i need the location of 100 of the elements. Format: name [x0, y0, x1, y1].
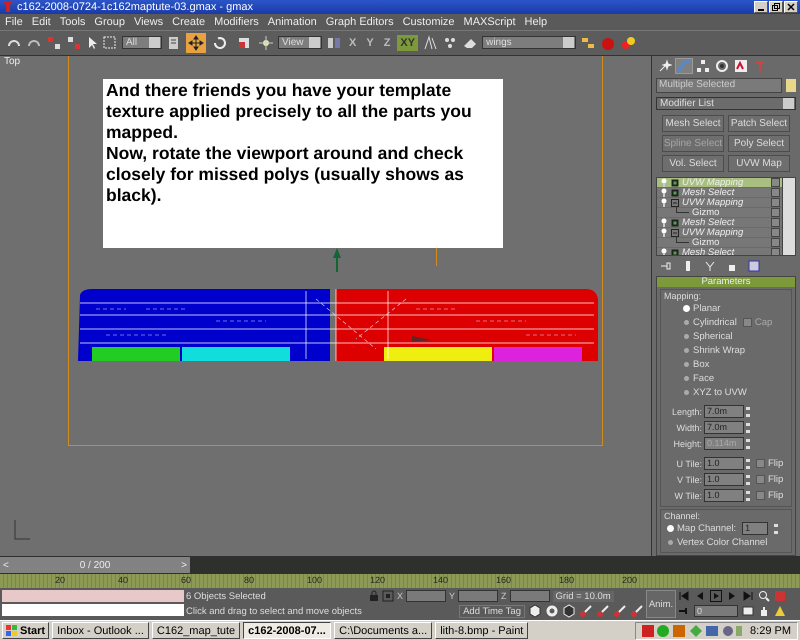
menu-item[interactable]: Modifiers — [214, 16, 259, 28]
viewport-label[interactable]: Top — [4, 56, 20, 68]
menu-item[interactable]: Create — [172, 16, 206, 28]
spinner-arrows[interactable] — [774, 524, 778, 534]
taskbar-button[interactable]: Inbox - Outlook ... — [52, 622, 149, 640]
menu-item[interactable]: MAXScript — [464, 16, 516, 28]
modifier-button[interactable]: Patch Select — [728, 115, 790, 132]
modifier-button[interactable]: UVW Map — [728, 155, 790, 172]
menu-item[interactable]: Help — [524, 16, 548, 28]
spinner-arrows[interactable] — [746, 458, 750, 469]
go-to-start-icon[interactable] — [678, 590, 690, 602]
named-selection-dropdown[interactable]: wings — [482, 36, 576, 50]
menu-item[interactable]: Animation — [268, 16, 317, 28]
menu-item[interactable]: Customize — [402, 16, 455, 28]
rollout-header[interactable]: Parameters — [657, 277, 795, 288]
textured-model-drawing[interactable] — [76, 289, 598, 362]
display-tab-icon[interactable] — [732, 58, 750, 74]
spinner-field[interactable]: 7.0m — [704, 405, 744, 418]
collapse-icon[interactable] — [671, 228, 679, 237]
modifier-stack-item[interactable]: Mesh Select — [657, 218, 782, 228]
spinner-field[interactable]: 1.0 — [704, 457, 744, 470]
radio-button[interactable]: XYZ to UVW — [684, 387, 747, 398]
move-icon[interactable] — [186, 32, 206, 53]
region-select-icon[interactable] — [102, 34, 118, 51]
object-name-field[interactable]: Multiple Selected — [656, 78, 782, 94]
menu-item[interactable]: Graph Editors — [326, 16, 394, 28]
object-color-swatch[interactable] — [786, 79, 796, 92]
axis-constraint-button[interactable]: Y — [363, 34, 377, 51]
light-bulb-icon[interactable] — [660, 218, 668, 228]
taskbar-button[interactable]: C162_map_tute — [152, 622, 240, 640]
radio-button[interactable]: Vertex Color Channel — [668, 537, 768, 548]
radio-button[interactable]: Cylindrical — [684, 317, 737, 328]
menu-item[interactable]: Views — [134, 16, 164, 28]
taskbar-button[interactable]: lith-8.bmp - Paint — [435, 622, 528, 640]
radio-button[interactable]: Box — [684, 359, 710, 370]
spinner-arrows[interactable] — [746, 406, 750, 417]
hierarchy-tab-icon[interactable] — [694, 58, 712, 74]
pin-icon[interactable] — [660, 260, 672, 272]
pivot-icon[interactable] — [258, 34, 274, 51]
next-arrow[interactable]: > — [181, 560, 187, 571]
checkbox[interactable]: Flip — [756, 474, 784, 486]
spinner-field[interactable]: 1 — [742, 522, 768, 536]
light-bulb-icon[interactable] — [660, 188, 668, 198]
previous-arrow[interactable]: < — [3, 560, 9, 571]
axis-constraint-button[interactable]: X — [346, 34, 360, 51]
key-icon[interactable] — [613, 604, 627, 618]
restore-button[interactable] — [769, 0, 783, 13]
spinner-field[interactable]: 1.0 — [704, 473, 744, 486]
reference-coordinate-dropdown[interactable]: View — [278, 36, 322, 50]
menu-item[interactable]: Edit — [32, 16, 51, 28]
modifier-stack-item[interactable]: UVW Mapping — [657, 228, 782, 238]
start-button[interactable]: Start — [2, 622, 50, 640]
spinner-arrows[interactable] — [746, 422, 750, 433]
light-bulb-icon[interactable] — [660, 228, 668, 238]
radio-button[interactable]: Planar — [684, 303, 720, 314]
light-bulb-icon[interactable] — [660, 178, 668, 188]
cube-icon[interactable] — [528, 604, 542, 618]
add-time-tag-button[interactable]: Add Time Tag — [459, 604, 525, 618]
pointer-icon[interactable] — [86, 34, 98, 51]
stack-scrollbar[interactable] — [782, 178, 795, 256]
spinner-arrows[interactable] — [746, 438, 750, 449]
menu-item[interactable]: Group — [94, 16, 125, 28]
spinner-arrows[interactable] — [746, 490, 750, 501]
y-coordinate-field[interactable] — [458, 590, 498, 602]
modifier-stack-subitem[interactable]: Gizmo — [657, 238, 782, 248]
modifier-stack-item[interactable]: UVW Mapping — [657, 198, 782, 208]
viewport[interactable]: Top And there friends you have your template texture applied precisely to all the parts you mapped. Now, rotate the viewport around and check closely for missed polys (usually shows as black). — [0, 56, 651, 556]
modifier-stack-item[interactable]: Mesh Select — [657, 248, 782, 256]
animate-button[interactable]: Anim. — [646, 590, 676, 618]
spinner-field[interactable]: 1.0 — [704, 489, 744, 502]
key-icon[interactable] — [630, 604, 644, 618]
close-button[interactable] — [784, 0, 798, 13]
radio-button[interactable]: Shrink Wrap — [684, 345, 746, 356]
track-bar[interactable]: 20 40 60 80 100 120 140 160 180 200 — [0, 574, 800, 588]
close-icon[interactable] — [787, 2, 795, 11]
modifier-stack-item[interactable]: Mesh Select — [657, 188, 782, 198]
axis-constraint-button[interactable]: Z — [380, 34, 394, 51]
checkbox[interactable]: Flip — [756, 490, 784, 502]
motion-tab-icon[interactable] — [713, 58, 731, 74]
x-coordinate-field[interactable] — [406, 590, 446, 602]
spinner-arrows[interactable] — [746, 474, 750, 485]
current-frame-field[interactable]: 0 — [694, 605, 738, 618]
key-icon[interactable] — [596, 604, 610, 618]
spinner-field[interactable]: 7.0m — [704, 421, 744, 434]
modifier-stack-subitem[interactable]: Gizmo — [657, 208, 782, 218]
collapse-icon[interactable] — [671, 198, 679, 207]
z-coordinate-field[interactable] — [510, 590, 550, 602]
menu-item[interactable]: File — [5, 16, 23, 28]
color-balls-icon[interactable] — [620, 34, 636, 51]
modifier-list-dropdown[interactable]: Modifier List — [656, 97, 796, 110]
time-slider-thumb[interactable]: < 0 / 200 > — [0, 557, 190, 574]
radio-button[interactable]: Face — [684, 373, 714, 384]
taskbar-button[interactable]: c162-2008-07... — [243, 622, 332, 640]
script-listener-field[interactable] — [2, 604, 184, 616]
checkbox[interactable]: Flip — [756, 458, 784, 470]
radio-button[interactable]: Spherical — [684, 331, 733, 342]
taskbar-button[interactable]: C:\Documents a... — [334, 622, 432, 640]
radio-button[interactable]: Map Channel: — [668, 523, 736, 534]
script-listener-field[interactable] — [2, 590, 184, 602]
modifier-button[interactable]: Mesh Select — [662, 115, 724, 132]
